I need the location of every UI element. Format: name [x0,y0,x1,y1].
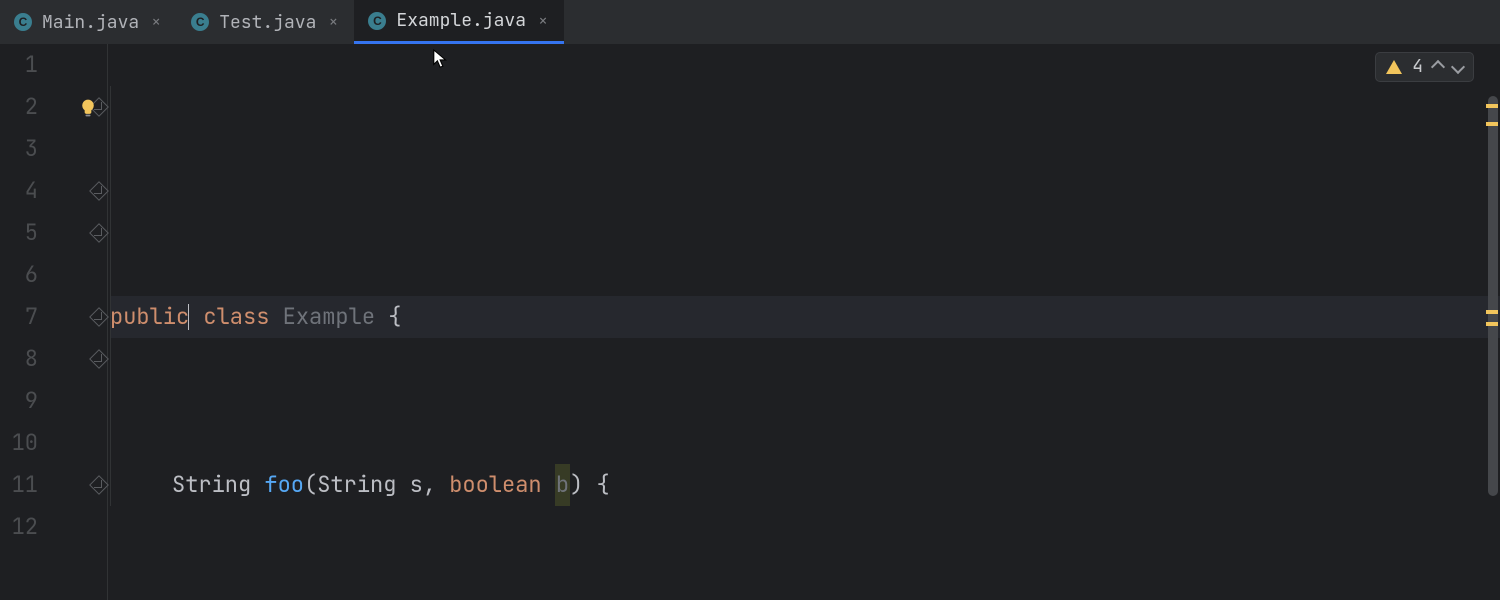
line-number: 5 [0,212,38,254]
keyword: class [203,296,269,338]
close-icon[interactable] [149,15,163,29]
fold-toggle-icon[interactable] [89,349,109,369]
chevron-down-icon[interactable] [1451,60,1465,74]
line-number: 10 [0,422,38,464]
close-icon[interactable] [326,15,340,29]
class-icon: C [191,13,209,31]
warning-marker[interactable] [1486,310,1498,314]
keyword: public [110,296,189,338]
code-area[interactable]: public class Example { String foo(String… [110,44,1500,600]
type: String [172,464,264,506]
class-name: Example [283,296,375,338]
editor-tabbar: C Main.java C Test.java C Example.java [0,0,1500,44]
fold-toggle-icon[interactable] [89,475,109,495]
chevron-up-icon[interactable] [1431,60,1445,74]
fold-gutter [56,44,110,600]
line-number: 7 [0,296,38,338]
fold-toggle-icon[interactable] [89,307,109,327]
tab-label: Main.java [42,11,139,34]
scrollbar-thumb[interactable] [1488,96,1498,496]
line-number: 6 [0,254,38,296]
error-stripe[interactable] [1484,44,1500,600]
class-icon: C [368,12,386,30]
tab-main-java[interactable]: C Main.java [0,0,177,44]
tab-label: Example.java [396,9,526,32]
line-number: 9 [0,380,38,422]
line-number: 11 [0,464,38,506]
warning-count: 4 [1412,46,1423,88]
line-number: 2 [0,86,38,128]
tab-label: Test.java [219,11,316,34]
close-icon[interactable] [536,14,550,28]
tab-test-java[interactable]: C Test.java [177,0,354,44]
intention-bulb-icon[interactable] [78,98,98,118]
warning-marker[interactable] [1486,122,1498,126]
line-number: 8 [0,338,38,380]
line-number: 1 [0,44,38,86]
inspections-widget[interactable]: 4 [1375,52,1474,82]
warning-icon [1386,60,1402,74]
warning-marker[interactable] [1486,322,1498,326]
line-number: 3 [0,128,38,170]
unused-highlight: b [555,464,570,506]
class-icon: C [14,13,32,31]
fold-toggle-icon[interactable] [89,223,109,243]
tab-example-java[interactable]: C Example.java [354,0,564,44]
code-line[interactable]: public class Example { [110,296,1500,338]
brace: { [375,296,401,338]
fold-toggle-icon[interactable] [89,181,109,201]
line-number-gutter: 1 2 3 4 5 6 7 8 9 10 11 12 [0,44,56,600]
line-number: 4 [0,170,38,212]
keyword: boolean [449,464,555,506]
line-number: 12 [0,506,38,548]
text-caret [188,304,189,330]
code-editor[interactable]: 1 2 3 4 5 6 7 8 9 10 11 12 public class … [0,44,1500,600]
method-name: foo [264,464,304,506]
gutter-separator [107,44,108,600]
warning-marker[interactable] [1486,104,1498,108]
indent-guide [110,86,111,506]
code-line[interactable]: String foo(String s, boolean b) { [110,464,1500,506]
